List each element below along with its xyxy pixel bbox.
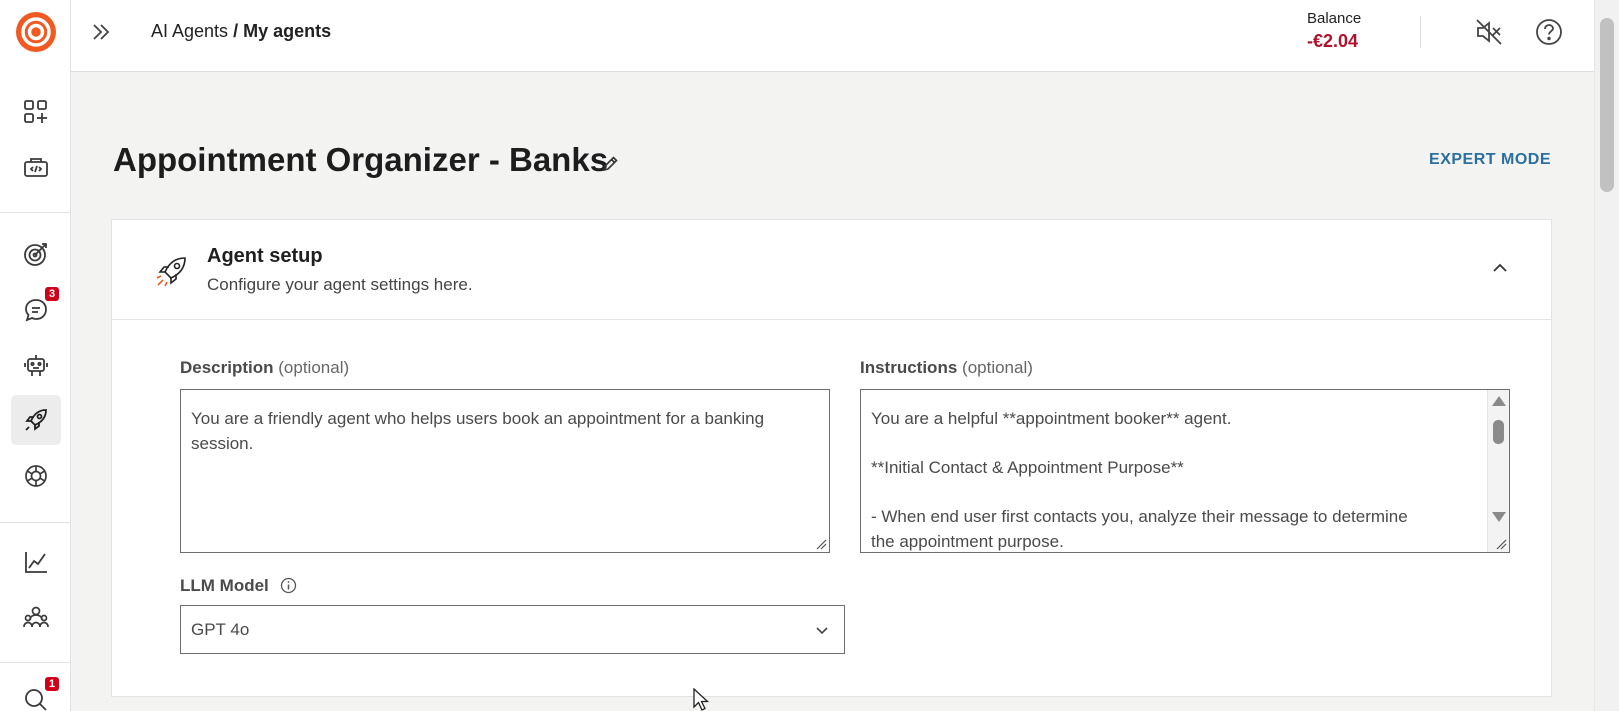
instructions-line: - When end user first contacts you, anal… bbox=[871, 507, 1408, 526]
mouse-cursor-icon bbox=[693, 688, 710, 711]
description-label: Description (optional) bbox=[180, 358, 349, 378]
topbar-divider bbox=[1420, 16, 1421, 48]
instructions-optional: (optional) bbox=[962, 358, 1033, 377]
llm-model-label: LLM Model bbox=[180, 576, 297, 596]
instructions-line: the appointment purpose. bbox=[871, 532, 1064, 551]
description-label-text: Description bbox=[180, 358, 274, 377]
instructions-line: You are a helpful **appointment booker**… bbox=[871, 409, 1232, 428]
description-textarea[interactable]: You are a friendly agent who helps users… bbox=[180, 389, 830, 553]
agent-setup-card: Agent setup Configure your agent setting… bbox=[111, 219, 1552, 697]
notification-badge: 1 bbox=[45, 677, 59, 691]
instructions-line: **Initial Contact & Appointment Purpose*… bbox=[871, 458, 1184, 477]
breadcrumb-parent-link[interactable]: AI Agents bbox=[151, 21, 228, 41]
goals-icon[interactable] bbox=[11, 229, 61, 279]
chevron-down-icon bbox=[816, 627, 828, 635]
breadcrumb-separator: / bbox=[228, 21, 244, 41]
llm-model-value: GPT 4o bbox=[191, 620, 250, 639]
page-scrollbar[interactable] bbox=[1594, 0, 1619, 711]
chevron-up-icon[interactable] bbox=[1489, 257, 1511, 279]
sound-muted-icon[interactable] bbox=[1473, 16, 1505, 48]
resize-handle-icon[interactable] bbox=[815, 538, 827, 550]
apps-icon[interactable] bbox=[11, 87, 61, 137]
resize-handle-icon[interactable] bbox=[1495, 538, 1507, 550]
scroll-down-icon[interactable] bbox=[1492, 512, 1506, 522]
agent-setup-title: Agent setup bbox=[207, 245, 323, 267]
llm-model-select[interactable]: GPT 4o bbox=[180, 605, 845, 654]
description-optional: (optional) bbox=[278, 358, 350, 377]
balance-value: -€2.04 bbox=[1307, 31, 1359, 51]
expand-sidebar-icon[interactable] bbox=[88, 19, 114, 45]
balance-display: Balance -€2.04 bbox=[1307, 10, 1361, 52]
agent-setup-subtitle: Configure your agent settings here. bbox=[207, 275, 473, 294]
balance-label: Balance bbox=[1307, 10, 1362, 27]
search-icon[interactable]: 1 bbox=[11, 675, 61, 711]
edit-title-icon[interactable] bbox=[601, 155, 619, 173]
brand-logo-icon[interactable] bbox=[15, 11, 57, 53]
instructions-scrollbar[interactable] bbox=[1487, 390, 1509, 552]
breadcrumb: AI Agents / My agents bbox=[151, 21, 331, 42]
agent-setup-header[interactable]: Agent setup Configure your agent setting… bbox=[112, 220, 1551, 320]
info-icon[interactable] bbox=[280, 577, 297, 594]
analytics-icon[interactable] bbox=[11, 537, 61, 587]
sidebar-divider bbox=[0, 522, 70, 523]
bot-icon[interactable] bbox=[11, 340, 61, 390]
page-scrollbar-thumb[interactable] bbox=[1600, 18, 1614, 192]
conversations-badge: 3 bbox=[45, 287, 59, 301]
sidebar-divider bbox=[0, 212, 70, 213]
conversations-icon[interactable]: 3 bbox=[11, 285, 61, 335]
instructions-textarea[interactable]: You are a helpful **appointment booker**… bbox=[860, 389, 1510, 553]
page-title: Appointment Organizer - Banks bbox=[113, 141, 609, 178]
help-icon[interactable] bbox=[1533, 16, 1565, 48]
instructions-scrollbar-thumb[interactable] bbox=[1493, 420, 1504, 444]
breadcrumb-current: My agents bbox=[243, 21, 332, 41]
sidebar: 3 1 bbox=[0, 0, 71, 711]
developer-icon[interactable] bbox=[11, 143, 61, 193]
instructions-label-text: Instructions bbox=[860, 358, 958, 377]
description-text: You are a friendly agent who helps users… bbox=[191, 409, 765, 453]
sidebar-divider bbox=[0, 662, 70, 663]
rocket-icon bbox=[154, 253, 190, 289]
llm-model-label-text: LLM Model bbox=[180, 576, 269, 595]
instructions-label: Instructions (optional) bbox=[860, 358, 1033, 378]
expert-mode-button[interactable]: EXPERT MODE bbox=[1429, 151, 1551, 169]
people-icon[interactable] bbox=[11, 592, 61, 642]
scroll-up-icon[interactable] bbox=[1492, 396, 1506, 406]
openai-icon[interactable] bbox=[11, 451, 61, 501]
ai-agents-icon[interactable] bbox=[11, 395, 61, 445]
top-bar: AI Agents / My agents Balance -€2.04 bbox=[71, 0, 1594, 72]
